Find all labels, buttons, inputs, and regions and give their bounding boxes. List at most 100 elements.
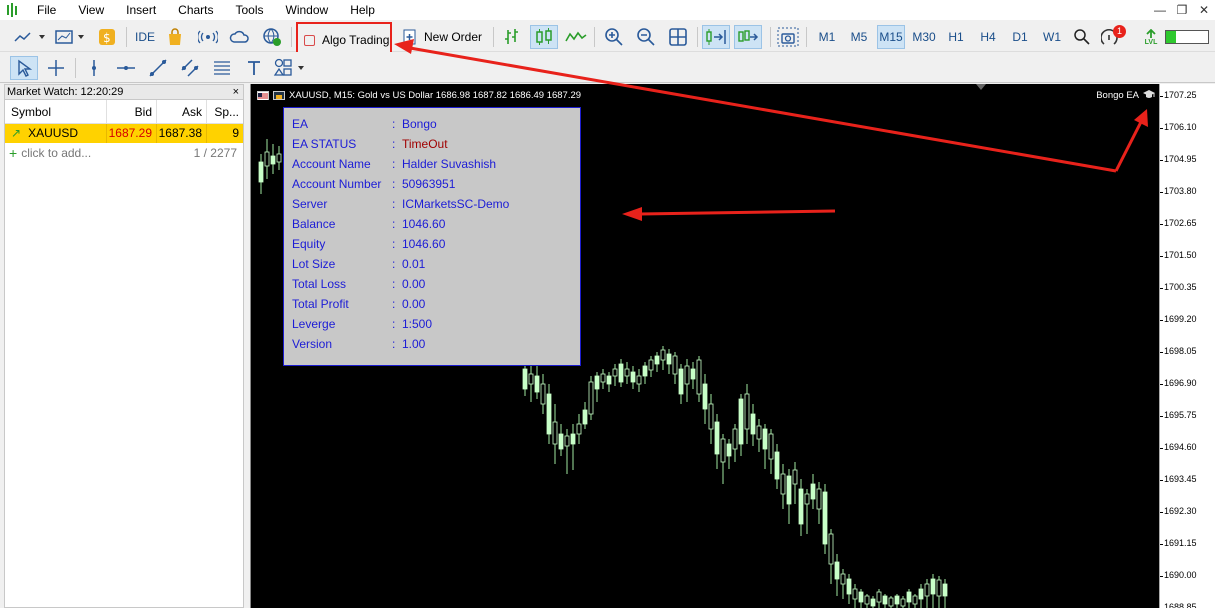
- menu-help[interactable]: Help: [339, 0, 386, 20]
- fibonacci-icon[interactable]: [210, 56, 234, 80]
- crosshair-icon[interactable]: [44, 56, 68, 80]
- signal-icon[interactable]: [196, 25, 220, 49]
- minimize-icon[interactable]: —: [1149, 3, 1171, 17]
- candle: [540, 374, 546, 414]
- vps-icon[interactable]: [260, 25, 284, 49]
- candle: [258, 154, 264, 194]
- candle: [606, 372, 612, 392]
- symbol-name: XAUUSD: [28, 126, 79, 140]
- ea-info-panel: EA: Bongo EA STATUS: TimeOut Account Name: Ha…: [283, 107, 581, 366]
- menu-file[interactable]: File: [26, 0, 67, 20]
- search-icon[interactable]: [1070, 25, 1094, 49]
- chart-template-icon[interactable]: [52, 25, 90, 49]
- new-order-button[interactable]: New Order: [402, 25, 482, 49]
- chart-shift-icon[interactable]: [734, 25, 762, 49]
- candle: [696, 356, 702, 402]
- drawing-toolbar: [0, 52, 1215, 83]
- candle: [834, 554, 840, 596]
- main-toolbar: $ IDE Algo Trading New Order M1 M5 M15 M…: [0, 21, 1215, 57]
- candle: [588, 376, 594, 420]
- timeframe-m1[interactable]: M1: [813, 25, 841, 49]
- candle: [270, 144, 276, 174]
- candle: [840, 569, 846, 599]
- candle: [624, 362, 630, 384]
- candle: [600, 369, 606, 389]
- candle: [852, 584, 858, 608]
- ea-panel-separator: :: [392, 197, 396, 211]
- dollar-icon[interactable]: $: [96, 25, 118, 49]
- ea-panel-row: Account Number:50963951: [292, 177, 455, 191]
- table-row[interactable]: ↗ XAUUSD 1687.29 1687.38 9: [5, 124, 243, 143]
- ea-panel-value: ICMarketsSC-Demo: [402, 197, 510, 211]
- candle: [756, 419, 762, 452]
- ea-panel-key: Balance: [292, 217, 336, 231]
- column-spread[interactable]: Sp...: [207, 100, 243, 123]
- menu-insert[interactable]: Insert: [115, 0, 167, 20]
- zoom-in-icon[interactable]: [602, 25, 626, 49]
- notifications-icon[interactable]: 1: [1100, 25, 1130, 49]
- timeframe-d1[interactable]: D1: [1006, 25, 1034, 49]
- close-icon[interactable]: ×: [233, 85, 239, 100]
- candle: [792, 462, 798, 504]
- timeframe-m5[interactable]: M5: [845, 25, 873, 49]
- price-tick: 1699.20: [1160, 314, 1215, 324]
- cloud-icon[interactable]: [228, 25, 252, 49]
- graduation-hat-icon[interactable]: [1143, 88, 1155, 100]
- tile-windows-icon[interactable]: [666, 25, 690, 49]
- menu-view[interactable]: View: [67, 0, 115, 20]
- horizontal-line-icon[interactable]: [114, 56, 138, 80]
- ea-name-label[interactable]: Bongo EA: [1096, 90, 1139, 101]
- timeframe-h4[interactable]: H4: [974, 25, 1002, 49]
- timeframe-w1[interactable]: W1: [1038, 25, 1066, 49]
- ea-panel-key: Account Number: [292, 177, 382, 191]
- menu-tools[interactable]: Tools: [225, 0, 275, 20]
- candle: [612, 364, 618, 386]
- timeframe-m15[interactable]: M15: [877, 25, 905, 49]
- text-tool-icon[interactable]: [242, 56, 266, 80]
- cursor-icon[interactable]: [10, 56, 38, 80]
- candle: [858, 589, 864, 608]
- column-bid[interactable]: Bid: [107, 100, 157, 123]
- line-chart-icon[interactable]: [564, 25, 588, 49]
- ea-panel-key: Lot Size: [292, 257, 336, 271]
- close-icon[interactable]: ✕: [1193, 3, 1215, 17]
- market-watch-header: Symbol Bid Ask Sp...: [5, 100, 243, 124]
- new-chart-icon[interactable]: [10, 25, 50, 49]
- ea-panel-value: 0.01: [402, 257, 426, 271]
- candle: [918, 584, 924, 608]
- candle: [546, 384, 552, 444]
- zoom-out-icon[interactable]: [634, 25, 658, 49]
- column-ask[interactable]: Ask: [157, 100, 207, 123]
- ea-panel-value: 1:500: [402, 317, 433, 331]
- shapes-icon[interactable]: [272, 56, 310, 80]
- candle: [528, 364, 534, 402]
- candle: [738, 394, 744, 456]
- candlestick-chart-icon[interactable]: [530, 25, 558, 49]
- screenshot-icon[interactable]: [776, 25, 800, 49]
- market-bag-icon[interactable]: [164, 25, 186, 49]
- candle: [864, 594, 870, 608]
- channel-icon[interactable]: [178, 56, 202, 80]
- candle: [630, 366, 636, 389]
- column-symbol[interactable]: Symbol: [5, 100, 107, 123]
- menu-charts[interactable]: Charts: [167, 0, 224, 20]
- chart-header-text: XAUUSD, M15: Gold vs US Dollar 1686.98 1…: [289, 90, 582, 101]
- autoscroll-icon[interactable]: [702, 25, 730, 49]
- menu-window[interactable]: Window: [275, 0, 340, 20]
- timeframe-h1[interactable]: H1: [942, 25, 970, 49]
- algo-trading-label: Algo Trading: [322, 33, 390, 47]
- timeframe-m30[interactable]: M30: [909, 25, 939, 49]
- gold-symbol-icon: [273, 91, 285, 100]
- restore-icon[interactable]: ❐: [1171, 3, 1193, 17]
- candle: [768, 429, 774, 474]
- ide-button[interactable]: IDE: [132, 25, 158, 49]
- shift-marker-icon[interactable]: [976, 84, 986, 92]
- bar-chart-icon[interactable]: [500, 25, 524, 49]
- candle: [888, 596, 894, 608]
- add-symbol-row[interactable]: + click to add... 1 / 2277: [5, 143, 243, 163]
- candle: [690, 362, 696, 389]
- vertical-line-icon[interactable]: [82, 56, 106, 80]
- trendline-icon[interactable]: [146, 56, 170, 80]
- ea-panel-key: Version: [292, 337, 333, 351]
- candle: [882, 594, 888, 608]
